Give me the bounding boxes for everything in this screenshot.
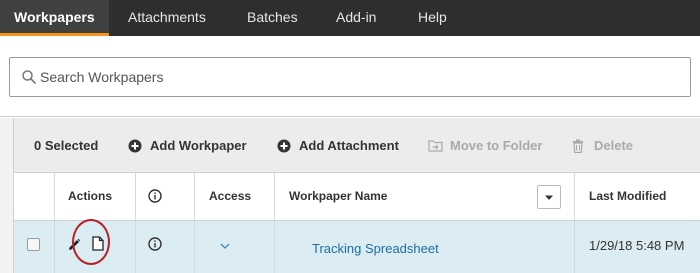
table-row[interactable]: Tracking Spreadsheet 1/29/18 5:48 PM (13, 221, 700, 273)
caret-down-icon (545, 195, 553, 200)
row-checkbox[interactable] (27, 238, 40, 251)
column-workpaper-name: Workpaper Name (275, 173, 575, 220)
chevron-down-icon[interactable] (220, 243, 230, 249)
search-icon (22, 70, 36, 84)
column-name-label: Workpaper Name (289, 189, 388, 203)
search-area (0, 37, 700, 117)
add-attachment-label: Add Attachment (299, 138, 399, 153)
tab-label: Workpapers (14, 9, 95, 25)
tab-workpapers[interactable]: Workpapers (0, 0, 109, 36)
info-icon[interactable] (148, 237, 162, 251)
top-nav: Workpapers Attachments Batches Add-in He… (0, 0, 700, 36)
info-icon (148, 189, 162, 203)
selected-count: 0 Selected (34, 118, 98, 173)
delete-button[interactable]: Delete (572, 118, 633, 173)
column-last-modified: Last Modified (575, 173, 700, 220)
trash-icon (573, 139, 583, 153)
table-header: Actions Access Workpaper Name Last Modif… (13, 173, 700, 221)
workpaper-name-link[interactable]: Tracking Spreadsheet (312, 241, 439, 256)
add-workpaper-label: Add Workpaper (150, 138, 247, 153)
tab-label: Attachments (128, 9, 206, 25)
tab-label: Batches (247, 9, 298, 25)
row-info-cell (136, 221, 195, 273)
column-info[interactable] (136, 173, 195, 220)
tab-label: Help (418, 9, 447, 25)
plus-circle-icon (128, 139, 142, 153)
column-sort-button[interactable] (537, 185, 561, 209)
annotation-circle (72, 219, 110, 265)
add-workpaper-button[interactable]: Add Workpaper (128, 118, 247, 173)
move-to-folder-button[interactable]: Move to Folder (428, 118, 542, 173)
row-access-cell (195, 221, 275, 273)
tab-add-in[interactable]: Add-in (336, 0, 376, 36)
tab-label: Add-in (336, 9, 377, 25)
select-column-header (14, 173, 55, 220)
row-name-cell: Tracking Spreadsheet (275, 221, 575, 273)
selected-count-label: 0 Selected (34, 138, 99, 153)
row-select-cell (14, 221, 55, 273)
search-input[interactable] (40, 58, 680, 96)
column-access: Access (195, 173, 275, 220)
plus-circle-icon (277, 139, 291, 153)
column-actions: Actions (55, 173, 136, 220)
left-gutter (0, 118, 13, 273)
column-access-label: Access (209, 189, 252, 203)
column-modified-label: Last Modified (589, 189, 667, 203)
row-modified-cell: 1/29/18 5:48 PM (575, 221, 700, 273)
tab-help[interactable]: Help (418, 0, 447, 36)
tab-batches[interactable]: Batches (247, 0, 298, 36)
tab-attachments[interactable]: Attachments (128, 0, 206, 36)
last-modified-value: 1/29/18 5:48 PM (589, 238, 685, 253)
folder-move-icon (428, 140, 443, 152)
search-box[interactable] (9, 57, 691, 97)
toolbar: 0 Selected Add Workpaper Add Attachment … (13, 118, 700, 173)
add-attachment-button[interactable]: Add Attachment (277, 118, 399, 173)
column-actions-label: Actions (68, 189, 113, 203)
move-to-folder-label: Move to Folder (450, 138, 543, 153)
